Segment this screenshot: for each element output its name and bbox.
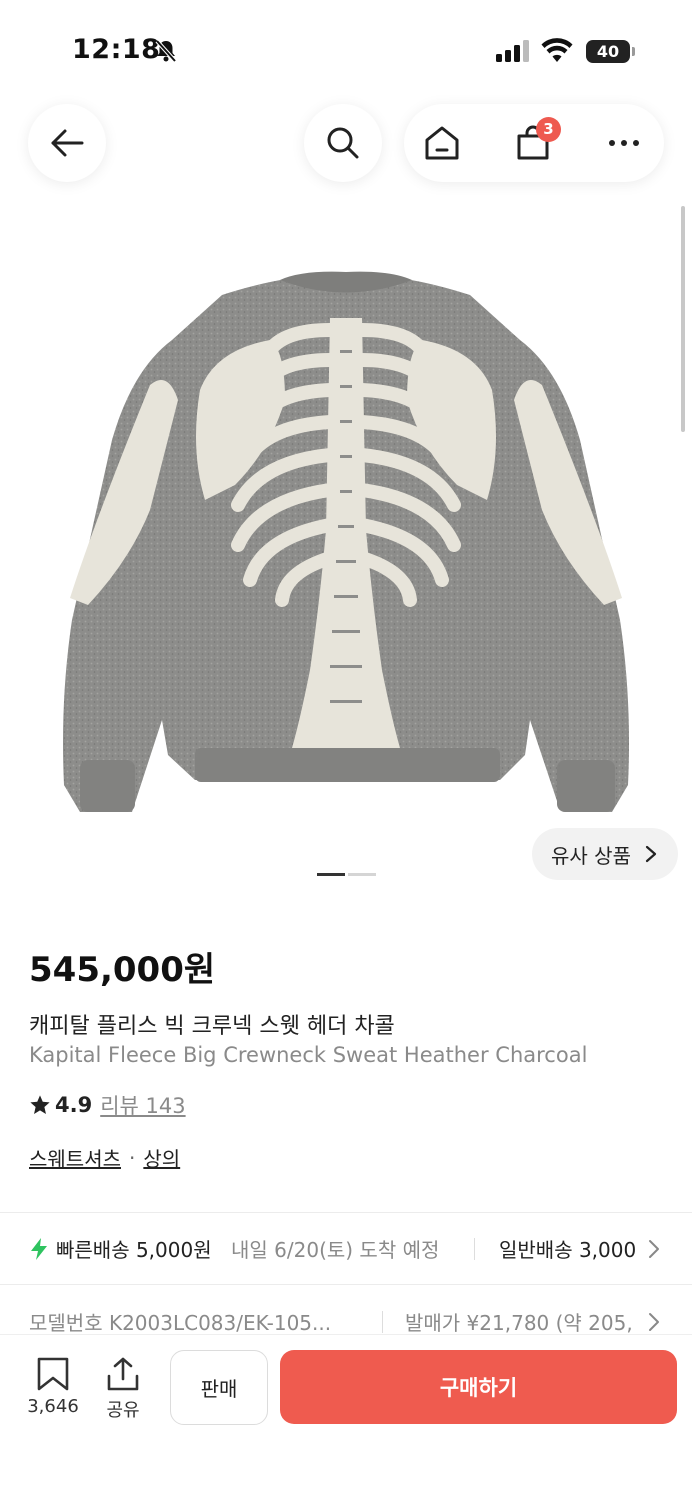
chevron-right-icon bbox=[649, 1313, 659, 1331]
wifi-icon bbox=[541, 38, 573, 62]
product-title-en: Kapital Fleece Big Crewneck Sweat Heathe… bbox=[29, 1043, 588, 1067]
similar-products-label: 유사 상품 bbox=[551, 843, 631, 868]
category-link-sweatshirt[interactable]: 스웨트셔츠 bbox=[29, 1143, 121, 1172]
product-image bbox=[63, 271, 629, 812]
wishlist-count: 3,646 bbox=[27, 1396, 79, 1417]
bookmark-icon bbox=[37, 1357, 69, 1391]
more-icon[interactable] bbox=[607, 136, 641, 150]
back-button[interactable] bbox=[28, 104, 106, 182]
bell-muted-icon bbox=[155, 39, 177, 63]
home-icon[interactable] bbox=[423, 124, 461, 162]
fast-delivery-label: 빠른배송 5,000원 bbox=[56, 1238, 212, 1262]
model-info-row[interactable]: 모델번호 K2003LC083/EK-105... 발매가 ¥21,780 (약… bbox=[29, 1307, 663, 1337]
category-link-top[interactable]: 상의 bbox=[143, 1143, 180, 1172]
product-price: 545,000원 bbox=[29, 950, 216, 990]
chevron-right-icon bbox=[649, 1240, 659, 1258]
status-time: 12:18 bbox=[72, 34, 161, 65]
rating-row: 4.9 리뷰 143 bbox=[29, 1090, 186, 1120]
battery-nub bbox=[632, 47, 635, 56]
shipping-row[interactable]: 빠른배송 5,000원 내일 6/20(토) 도착 예정 일반배송 3,000 bbox=[29, 1234, 663, 1264]
product-title-ko: 캐피탈 플리스 빅 크루넥 스웻 헤더 차콜 bbox=[29, 1014, 395, 1039]
battery-icon: 40 bbox=[586, 40, 630, 63]
review-link[interactable]: 리뷰 143 bbox=[100, 1090, 185, 1120]
category-separator: · bbox=[129, 1145, 136, 1170]
carousel-indicator-active bbox=[317, 873, 345, 876]
fast-delivery-eta: 내일 6/20(토) 도착 예정 bbox=[231, 1238, 440, 1262]
share-button[interactable]: 공유 bbox=[98, 1354, 148, 1424]
signal-icon bbox=[496, 40, 529, 62]
scrollbar[interactable] bbox=[681, 206, 685, 432]
buy-button[interactable]: 구매하기 bbox=[280, 1350, 677, 1424]
cart-count-badge: 3 bbox=[536, 117, 561, 142]
carousel-indicator bbox=[348, 873, 376, 876]
model-number: 모델번호 K2003LC083/EK-105... bbox=[29, 1311, 332, 1335]
model-divider bbox=[382, 1311, 383, 1333]
share-label: 공유 bbox=[106, 1400, 140, 1421]
lightning-icon bbox=[31, 1238, 47, 1260]
sell-button[interactable]: 판매 bbox=[170, 1350, 268, 1425]
wishlist-button[interactable]: 3,646 bbox=[20, 1354, 86, 1424]
search-button[interactable] bbox=[304, 104, 382, 182]
product-image-carousel[interactable] bbox=[0, 200, 692, 890]
share-icon bbox=[107, 1357, 139, 1391]
search-icon bbox=[327, 127, 359, 159]
rating-value: 4.9 bbox=[55, 1093, 93, 1117]
star-icon bbox=[30, 1095, 50, 1114]
divider bbox=[0, 1212, 692, 1213]
divider bbox=[0, 1284, 692, 1285]
shipping-divider bbox=[474, 1238, 475, 1260]
category-breadcrumb: 스웨트셔츠 · 상의 bbox=[29, 1143, 180, 1172]
release-price: 발매가 ¥21,780 (약 205, bbox=[405, 1311, 633, 1335]
chevron-right-icon bbox=[645, 845, 657, 863]
arrow-left-icon bbox=[51, 129, 84, 157]
normal-delivery-label: 일반배송 3,000 bbox=[499, 1238, 637, 1262]
similar-products-button[interactable]: 유사 상품 bbox=[532, 828, 678, 880]
